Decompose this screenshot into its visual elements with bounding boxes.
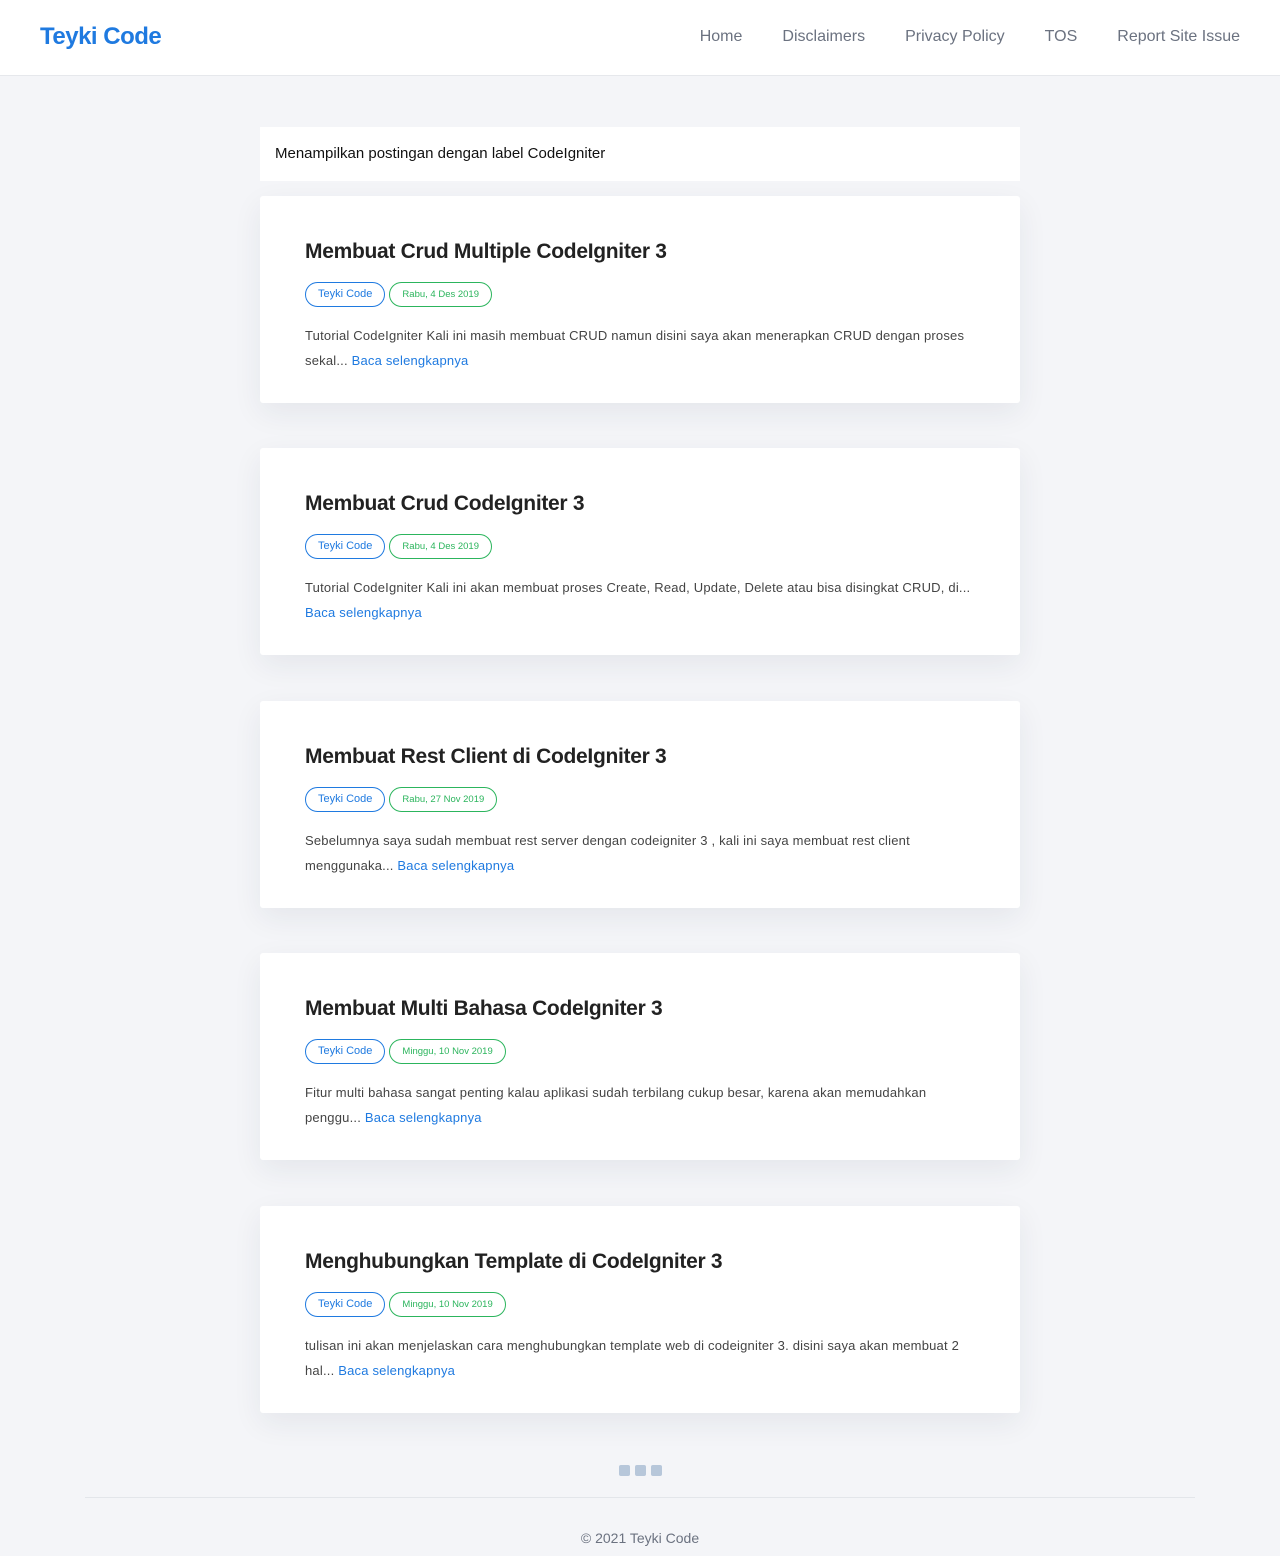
post-excerpt: Fitur multi bahasa sangat penting kalau … xyxy=(305,1080,975,1130)
site-header: Teyki Code Home Disclaimers Privacy Poli… xyxy=(0,0,1280,76)
post-excerpt: Sebelumnya saya sudah membuat rest serve… xyxy=(305,828,975,878)
post-card: Membuat Rest Client di CodeIgniter 3 Tey… xyxy=(260,701,1020,908)
date-tag: Rabu, 4 Des 2019 xyxy=(389,282,493,307)
post-excerpt: Tutorial CodeIgniter Kali ini masih memb… xyxy=(305,323,975,373)
date-tag: Minggu, 10 Nov 2019 xyxy=(389,1039,506,1064)
excerpt-text: Tutorial CodeIgniter Kali ini akan membu… xyxy=(305,580,971,595)
author-tag[interactable]: Teyki Code xyxy=(305,282,386,307)
post-card: Membuat Crud Multiple CodeIgniter 3 Teyk… xyxy=(260,196,1020,403)
post-excerpt: tulisan ini akan menjelaskan cara menghu… xyxy=(305,1333,975,1383)
post-title[interactable]: Membuat Rest Client di CodeIgniter 3 xyxy=(305,745,975,769)
nav-tos[interactable]: TOS xyxy=(1045,28,1078,46)
date-tag: Minggu, 10 Nov 2019 xyxy=(389,1292,506,1317)
load-more-indicator[interactable] xyxy=(619,1465,662,1476)
author-tag[interactable]: Teyki Code xyxy=(305,534,386,559)
read-more-link[interactable]: Baca selengkapnya xyxy=(352,353,469,368)
label-banner: Menampilkan postingan dengan label CodeI… xyxy=(260,127,1020,181)
post-excerpt: Tutorial CodeIgniter Kali ini akan membu… xyxy=(305,575,975,625)
read-more-link[interactable]: Baca selengkapnya xyxy=(397,858,514,873)
nav-report-site-issue[interactable]: Report Site Issue xyxy=(1117,28,1240,46)
post-card: Membuat Crud CodeIgniter 3 Teyki Code Ra… xyxy=(260,448,1020,655)
post-title[interactable]: Membuat Multi Bahasa CodeIgniter 3 xyxy=(305,997,975,1021)
post-title[interactable]: Menghubungkan Template di CodeIgniter 3 xyxy=(305,1250,975,1274)
read-more-link[interactable]: Baca selengkapnya xyxy=(338,1363,455,1378)
post-title[interactable]: Membuat Crud CodeIgniter 3 xyxy=(305,492,975,516)
author-tag[interactable]: Teyki Code xyxy=(305,1292,386,1317)
pager-dot xyxy=(619,1465,630,1476)
nav-privacy-policy[interactable]: Privacy Policy xyxy=(905,28,1005,46)
read-more-link[interactable]: Baca selengkapnya xyxy=(305,605,422,620)
nav-disclaimers[interactable]: Disclaimers xyxy=(782,28,865,46)
main-nav: Home Disclaimers Privacy Policy TOS Repo… xyxy=(700,28,1240,46)
nav-home[interactable]: Home xyxy=(700,28,743,46)
pager-dot xyxy=(635,1465,646,1476)
post-meta: Teyki Code Minggu, 10 Nov 2019 xyxy=(305,1039,975,1064)
pager-dot xyxy=(651,1465,662,1476)
footer-copyright: © 2021 Teyki Code xyxy=(580,1530,700,1546)
read-more-link[interactable]: Baca selengkapnya xyxy=(365,1110,482,1125)
post-card: Membuat Multi Bahasa CodeIgniter 3 Teyki… xyxy=(260,953,1020,1160)
author-tag[interactable]: Teyki Code xyxy=(305,787,386,812)
date-tag: Rabu, 27 Nov 2019 xyxy=(389,787,498,812)
footer-divider xyxy=(85,1497,1195,1498)
post-meta: Teyki Code Minggu, 10 Nov 2019 xyxy=(305,1292,975,1317)
post-title[interactable]: Membuat Crud Multiple CodeIgniter 3 xyxy=(305,240,975,264)
date-tag: Rabu, 4 Des 2019 xyxy=(389,534,493,559)
post-meta: Teyki Code Rabu, 4 Des 2019 xyxy=(305,534,975,559)
post-meta: Teyki Code Rabu, 27 Nov 2019 xyxy=(305,787,975,812)
author-tag[interactable]: Teyki Code xyxy=(305,1039,386,1064)
excerpt-text: Sebelumnya saya sudah membuat rest serve… xyxy=(305,833,910,873)
brand-logo[interactable]: Teyki Code xyxy=(40,23,162,51)
post-meta: Teyki Code Rabu, 4 Des 2019 xyxy=(305,282,975,307)
post-card: Menghubungkan Template di CodeIgniter 3 … xyxy=(260,1206,1020,1413)
